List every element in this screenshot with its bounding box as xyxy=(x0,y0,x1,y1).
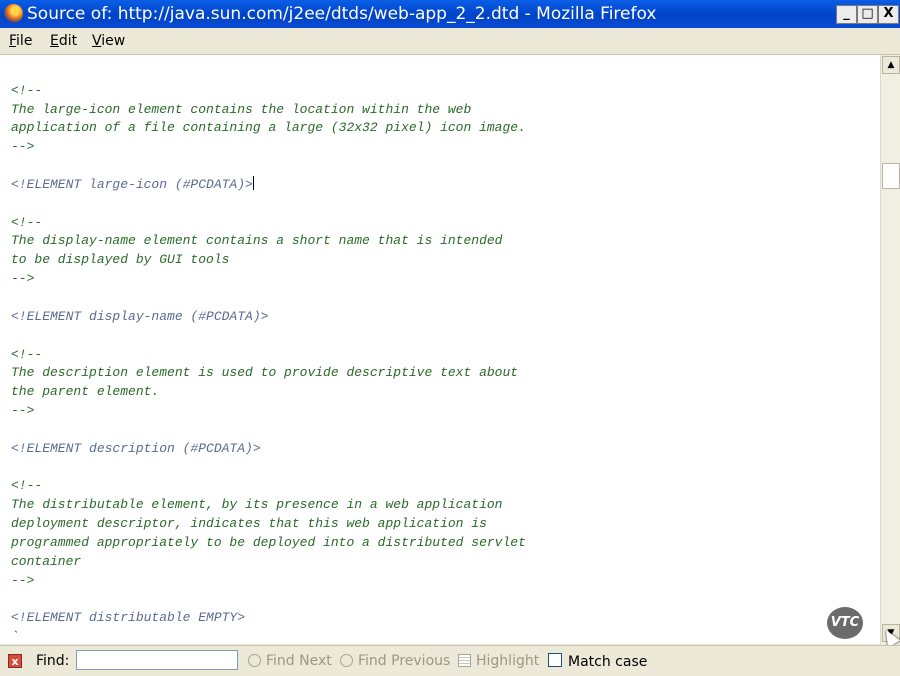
comment-line: ` xyxy=(11,629,19,644)
find-label: Find: xyxy=(36,653,70,669)
comment-line: --> xyxy=(11,403,35,419)
comment-line: <!-- xyxy=(11,214,43,230)
comment-line: The display-name element contains a shor… xyxy=(11,233,503,249)
comment-line: <!-- xyxy=(11,346,43,362)
find-bar: x Find: Find Next Find Previous Highligh… xyxy=(0,645,900,676)
menu-view[interactable]: View xyxy=(92,32,125,50)
source-view[interactable]: <!-- The large-icon element contains the… xyxy=(0,55,880,644)
comment-line: <!-- xyxy=(11,478,43,494)
comment-line: deployment descriptor, indicates that th… xyxy=(11,516,487,532)
comment-line xyxy=(11,55,307,60)
comment-line: <!-- xyxy=(11,82,43,98)
find-close-icon[interactable]: x xyxy=(8,654,22,668)
menu-file[interactable]: File xyxy=(9,32,32,50)
text-caret xyxy=(252,175,254,190)
title-bar: Source of: http://java.sun.com/j2ee/dtds… xyxy=(0,0,900,28)
source-text: <!-- The large-icon element contains the… xyxy=(11,55,526,644)
highlight-button[interactable]: Highlight xyxy=(458,653,539,669)
comment-line: to be displayed by GUI tools xyxy=(11,252,230,268)
find-previous-button[interactable]: Find Previous xyxy=(340,653,450,669)
comment-line: --> xyxy=(11,572,35,588)
comment-line: application of a file containing a large… xyxy=(11,120,526,136)
highlight-icon xyxy=(458,654,471,667)
menu-edit[interactable]: Edit xyxy=(50,32,77,50)
vertical-scrollbar[interactable]: ▲ ▼ xyxy=(880,55,900,644)
minimize-button[interactable]: _ xyxy=(836,5,857,24)
comment-line: The description element is used to provi… xyxy=(11,365,519,381)
maximize-button[interactable]: □ xyxy=(857,5,878,24)
comment-line: --> xyxy=(11,139,35,155)
element-declaration-line: <!ELEMENT large-icon (#PCDATA)> xyxy=(11,176,253,192)
comment-line: --> xyxy=(11,271,35,287)
match-case-checkbox[interactable] xyxy=(548,653,562,667)
comment-line: The distributable element, by its presen… xyxy=(11,497,503,513)
match-case-toggle[interactable]: Match case xyxy=(548,653,647,670)
comment-line: The large-icon element contains the loca… xyxy=(11,101,472,117)
comment-line: programmed appropriately to be deployed … xyxy=(11,534,526,550)
find-next-icon xyxy=(248,654,261,667)
window-title: Source of: http://java.sun.com/j2ee/dtds… xyxy=(27,4,657,24)
menu-bar: File Edit View xyxy=(0,28,900,55)
element-declaration-line: <!ELEMENT display-name (#PCDATA)> xyxy=(11,308,269,324)
find-previous-icon xyxy=(340,654,353,667)
find-next-button[interactable]: Find Next xyxy=(248,653,332,669)
firefox-icon xyxy=(4,4,23,23)
comment-line: container xyxy=(11,553,82,569)
element-declaration-line: <!ELEMENT distributable EMPTY> xyxy=(11,610,246,626)
comment-line: the parent element. xyxy=(11,384,160,400)
find-input[interactable] xyxy=(76,650,238,670)
vtc-logo: VTC xyxy=(827,607,863,639)
close-button[interactable]: X xyxy=(878,5,899,24)
scroll-thumb[interactable] xyxy=(882,163,900,189)
scroll-up-button[interactable]: ▲ xyxy=(882,56,900,74)
element-declaration-line: <!ELEMENT description (#PCDATA)> xyxy=(11,440,261,456)
